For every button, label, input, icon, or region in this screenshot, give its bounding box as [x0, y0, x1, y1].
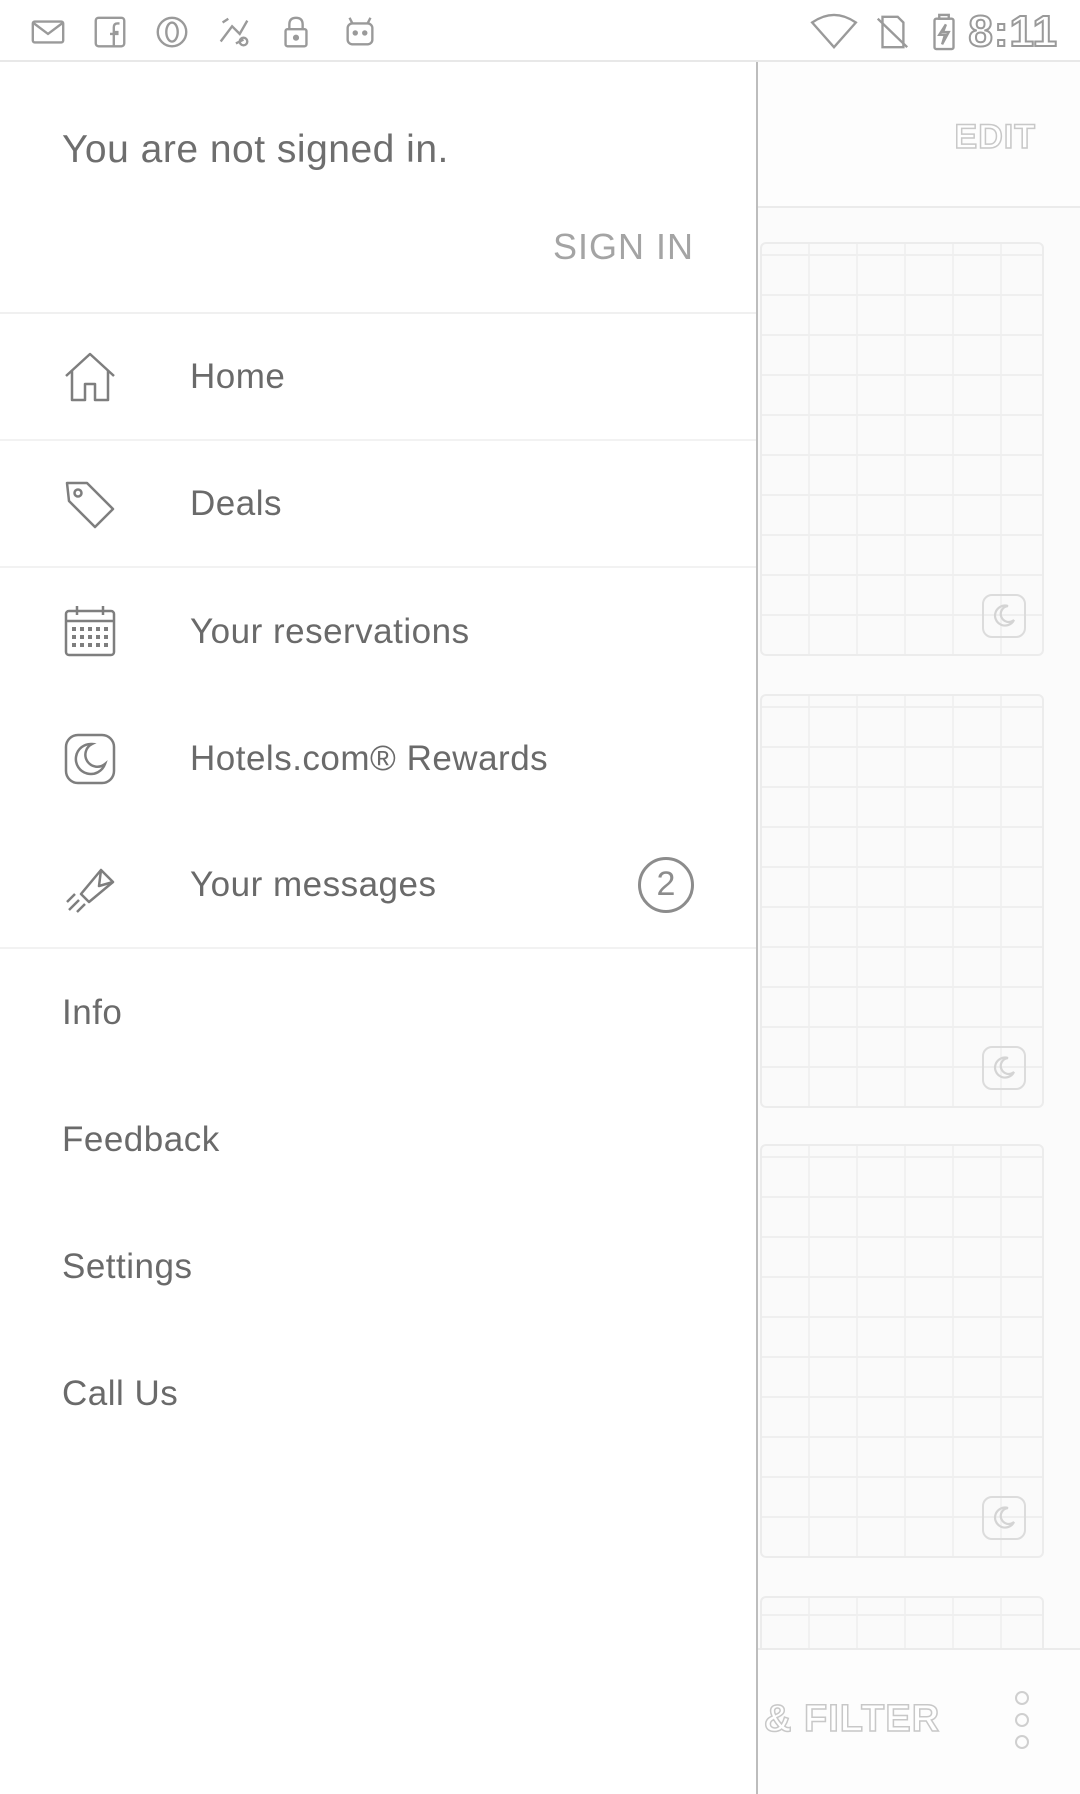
nav-item-label: Info — [62, 992, 123, 1032]
nav-item-label: Your reservations — [190, 611, 470, 651]
opera-icon — [152, 12, 192, 52]
nav-item-label: Settings — [62, 1246, 193, 1286]
calendar-icon — [60, 602, 120, 662]
nav-item-label: Deals — [190, 483, 282, 523]
nav-item-label: Call Us — [62, 1373, 179, 1413]
nav-item-home[interactable]: Home — [0, 314, 756, 441]
nav-item-settings[interactable]: Settings — [0, 1203, 756, 1330]
nav-item-deals[interactable]: Deals — [0, 441, 756, 568]
hotel-card — [760, 1144, 1044, 1558]
sign-in-status: You are not signed in. — [62, 128, 449, 171]
battery-charging-icon — [924, 12, 964, 52]
navigation-drawer: You are not signed in. SIGN IN Home Deal… — [0, 62, 758, 1794]
moon-icon — [982, 1496, 1026, 1540]
lock-icon — [276, 12, 316, 52]
nav-item-label: Feedback — [62, 1119, 220, 1159]
nav-item-feedback[interactable]: Feedback — [0, 1076, 756, 1203]
nav-item-label: Your messages — [190, 864, 437, 904]
hotel-card — [760, 1596, 1044, 1656]
nav-item-reservations[interactable]: Your reservations — [0, 568, 756, 695]
tag-icon — [60, 474, 120, 534]
wifi-icon — [808, 12, 860, 52]
nav-item-messages[interactable]: Your messages 2 — [0, 822, 756, 949]
nav-item-label: Hotels.com® Rewards — [190, 738, 549, 778]
home-icon — [60, 347, 120, 407]
hotel-card — [760, 242, 1044, 656]
moon-icon — [982, 1046, 1026, 1090]
messages-icon — [60, 855, 120, 915]
android-icon — [340, 12, 380, 52]
no-sim-icon — [872, 12, 912, 52]
mail-icon — [28, 12, 68, 52]
nav-item-call-us[interactable]: Call Us — [0, 1330, 756, 1457]
nav-item-info[interactable]: Info — [0, 949, 756, 1076]
status-bar: 8:11 — [0, 0, 1080, 62]
rewards-moon-icon — [60, 729, 120, 789]
hotel-card — [760, 694, 1044, 1108]
fake-gps-icon — [214, 12, 254, 52]
overflow-menu-icon — [1015, 1691, 1029, 1749]
drawer-header: You are not signed in. SIGN IN — [0, 62, 756, 314]
nav-item-rewards[interactable]: Hotels.com® Rewards — [0, 695, 756, 822]
nav-item-label: Home — [190, 356, 286, 396]
edit-button: EDIT — [954, 117, 1036, 157]
facebook-icon — [90, 12, 130, 52]
sort-filter-button: & FILTER — [763, 1697, 941, 1741]
sign-in-button[interactable]: SIGN IN — [553, 226, 694, 268]
clock: 8:11 — [967, 6, 1058, 57]
unread-messages-badge: 2 — [638, 856, 694, 913]
moon-icon — [982, 594, 1026, 638]
